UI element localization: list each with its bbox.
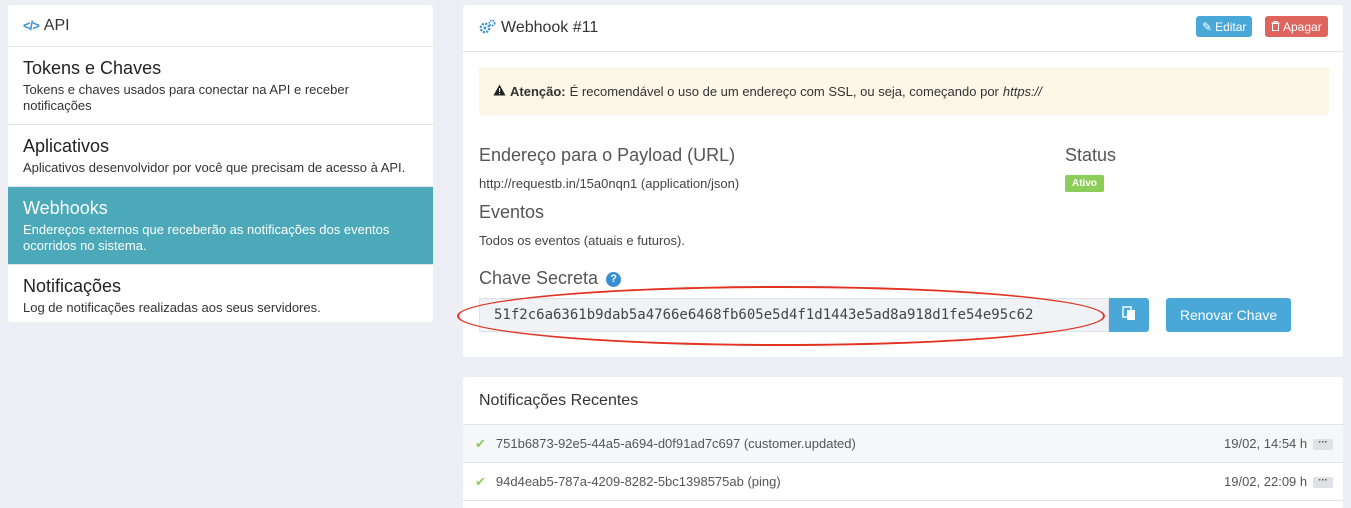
alert-prefix: Atenção: — [510, 83, 566, 99]
renew-key-button[interactable]: Renovar Chave — [1166, 298, 1291, 332]
secret-key-field[interactable]: 51f2c6a6361b9dab5a4766e6468fb605e5d4f1d1… — [479, 298, 1109, 332]
sidebar-item-desc: Log de notificações realizadas aos seus … — [23, 300, 321, 315]
secret-label-row: Chave Secreta? — [479, 268, 622, 289]
payload-value: http://requestb.in/15a0nqn1 (application… — [479, 176, 740, 191]
ssl-alert: Atenção: É recomendável o uso de um ende… — [479, 67, 1329, 115]
sidebar-item-webhooks[interactable]: Webhooks Endereços externos que receberã… — [8, 187, 433, 265]
ellipsis-icon[interactable]: ··· — [1313, 438, 1333, 450]
api-sidebar: </> API Tokens e Chaves Tokens e chaves … — [8, 5, 433, 322]
webhook-header: Webhook #11 ✎ Editar Apagar — [463, 5, 1343, 52]
ellipsis-icon[interactable]: ··· — [1313, 476, 1333, 488]
sidebar-item-title: Notificações — [23, 276, 122, 296]
alert-text: É recomendável o uso de um endereço com … — [569, 83, 999, 99]
sidebar-item-tokens[interactable]: Tokens e Chaves Tokens e chaves usados p… — [8, 47, 433, 125]
check-icon: ✔ — [475, 473, 486, 489]
webhook-panel: Webhook #11 ✎ Editar Apagar Atenção: É r… — [457, 5, 1343, 357]
delete-button[interactable]: Apagar — [1265, 16, 1328, 37]
delete-label: Apagar — [1283, 19, 1322, 34]
notification-time: 19/02, 22:09 h — [1224, 474, 1308, 489]
events-value: Todos os eventos (atuais e futuros). — [479, 233, 685, 248]
recent-notifications-panel: Notificações Recentes ✔ 751b6873-92e5-44… — [463, 377, 1343, 508]
copy-icon — [1122, 306, 1136, 324]
secret-label: Chave Secreta — [479, 268, 599, 288]
sidebar-item-desc: Tokens e chaves usados para conectar na … — [23, 82, 349, 113]
sidebar-item-desc: Endereços externos que receberão as noti… — [23, 222, 390, 253]
notification-id: 94d4eab5-787a-4209-8282-5bc1398575ab (pi… — [495, 474, 781, 489]
sidebar-item-notifications[interactable]: Notificações Log de notificações realiza… — [8, 265, 433, 322]
gears-icon — [479, 19, 496, 38]
sidebar-item-desc: Aplicativos desenvolvidor por você que p… — [23, 160, 406, 175]
status-badge: Ativo — [1065, 175, 1104, 192]
sidebar-item-title: Aplicativos — [23, 136, 110, 156]
notification-id: 751b6873-92e5-44a5-a694-d0f91ad7c697 (cu… — [495, 436, 856, 451]
notification-row[interactable]: ✔ 94d4eab5-787a-4209-8282-5bc1398575ab (… — [463, 463, 1343, 501]
check-icon: ✔ — [475, 435, 486, 451]
trash-icon — [1271, 20, 1280, 34]
edit-label: Editar — [1215, 19, 1247, 34]
sidebar-item-apps[interactable]: Aplicativos Aplicativos desenvolvidor po… — [8, 125, 433, 187]
help-icon[interactable]: ? — [606, 272, 622, 287]
notification-time: 19/02, 14:54 h — [1224, 436, 1308, 451]
events-label: Eventos — [479, 202, 545, 222]
copy-button[interactable] — [1109, 298, 1149, 332]
warning-icon — [493, 84, 506, 99]
payload-label: Endereço para o Payload (URL) — [479, 145, 736, 165]
pencil-icon: ✎ — [1202, 19, 1213, 34]
alert-emphasis: https:// — [1002, 83, 1042, 99]
edit-button[interactable]: ✎ Editar — [1196, 16, 1253, 37]
sidebar-item-title: Webhooks — [23, 198, 108, 218]
code-icon: </> — [23, 18, 40, 33]
status-label: Status — [1065, 145, 1117, 165]
webhook-title: Webhook #11 — [501, 19, 599, 36]
sidebar-title: API — [43, 16, 70, 34]
sidebar-header: </> API — [8, 5, 433, 47]
notifications-title: Notificações Recentes — [463, 377, 1343, 425]
sidebar-item-title: Tokens e Chaves — [23, 58, 162, 78]
notification-row[interactable]: ✔ 751b6873-92e5-44a5-a694-d0f91ad7c697 (… — [463, 425, 1343, 463]
